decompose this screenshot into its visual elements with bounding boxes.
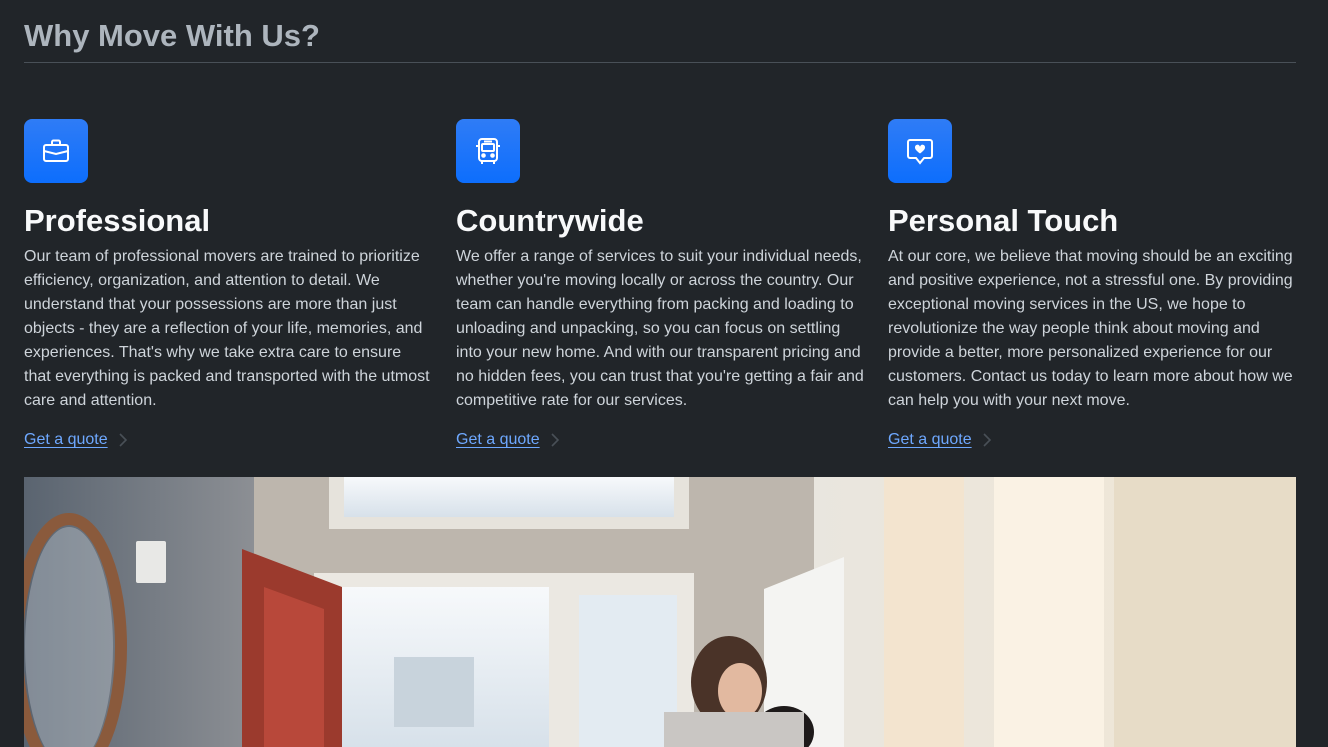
- get-quote-link-group: Get a quote: [456, 431, 560, 449]
- feature-professional: Professional Our team of professional mo…: [24, 119, 432, 448]
- chat-heart-icon: [907, 139, 933, 165]
- feature-title: Personal Touch: [888, 203, 1119, 238]
- hero-photo: [24, 477, 1296, 747]
- feature-icon-box: [888, 119, 952, 183]
- feature-title: Countrywide: [456, 203, 644, 238]
- get-quote-link[interactable]: Get a quote: [24, 431, 108, 449]
- section-header: Why Move With Us?: [24, 14, 1296, 63]
- get-quote-link[interactable]: Get a quote: [456, 431, 540, 449]
- get-quote-link-group: Get a quote: [888, 431, 992, 449]
- chevron-right-icon: [551, 433, 559, 447]
- feature-icon-box: [456, 119, 520, 183]
- bus-icon: [476, 138, 500, 164]
- get-quote-link-group: Get a quote: [24, 431, 128, 449]
- feature-title: Professional: [24, 203, 211, 238]
- get-quote-link[interactable]: Get a quote: [888, 431, 972, 449]
- family-home-image: [24, 477, 1296, 747]
- briefcase-icon: [43, 139, 69, 162]
- feature-description: We offer a range of services to suit you…: [456, 248, 864, 409]
- feature-countrywide: Countrywide We offer a range of services…: [456, 119, 864, 448]
- features-grid: Professional Our team of professional mo…: [24, 119, 1296, 459]
- feature-icon-box: [24, 119, 88, 183]
- feature-personal-touch: Personal Touch At our core, we believe t…: [888, 119, 1296, 448]
- feature-description: Our team of professional movers are trai…: [24, 248, 430, 409]
- chevron-right-icon: [119, 433, 127, 447]
- section-title: Why Move With Us?: [24, 18, 320, 53]
- chevron-right-icon: [983, 433, 991, 447]
- feature-description: At our core, we believe that moving shou…: [888, 248, 1293, 409]
